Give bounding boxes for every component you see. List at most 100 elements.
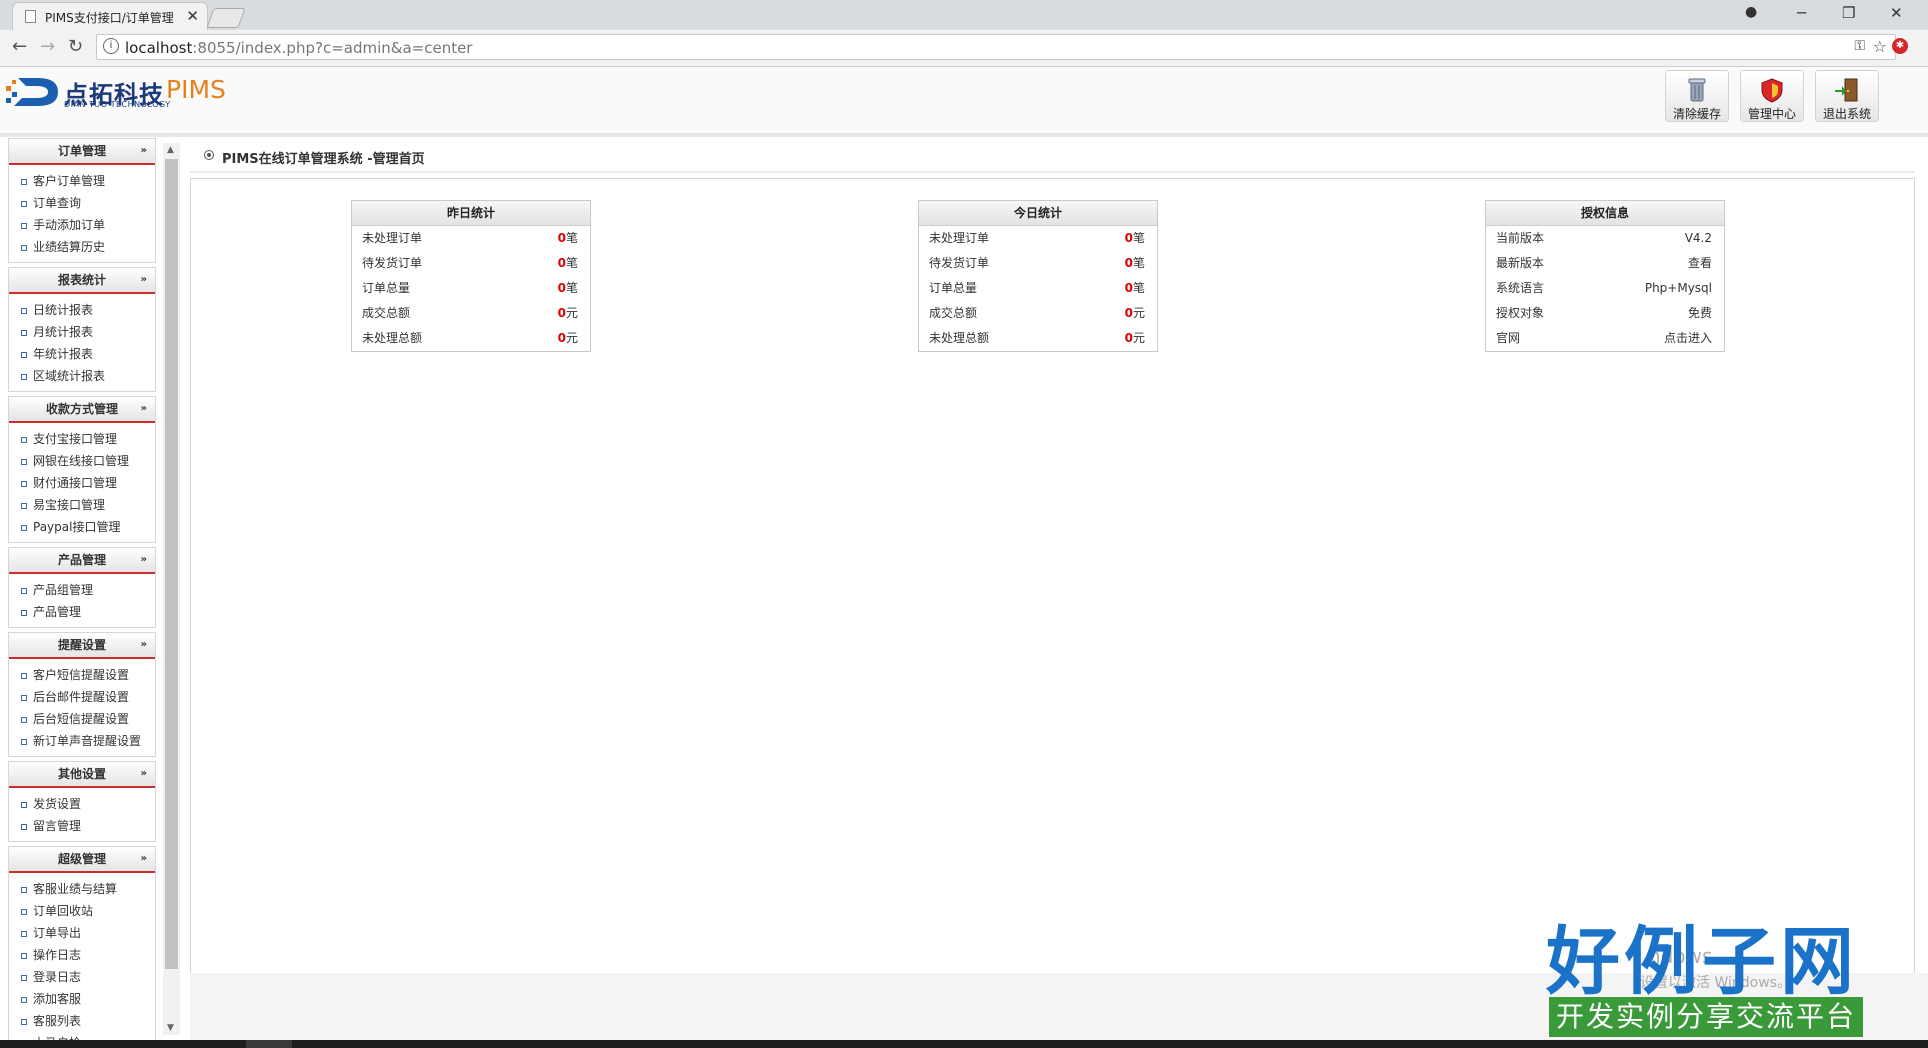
- watermark-brand: 好例子网: [1546, 919, 1858, 1005]
- profile-icon[interactable]: ●: [1745, 4, 1757, 20]
- exit-door-icon: [1835, 78, 1858, 102]
- menu-item[interactable]: 订单回收站: [9, 900, 155, 922]
- stat-value: 0: [557, 306, 566, 320]
- close-window-button[interactable]: ✕: [1890, 4, 1903, 22]
- menu-item[interactable]: 发货设置: [9, 793, 155, 815]
- stat-unit: 笔: [565, 281, 578, 295]
- maximize-button[interactable]: ❐: [1842, 4, 1855, 22]
- stat-value: 0: [557, 281, 566, 295]
- back-button[interactable]: ←: [12, 36, 27, 57]
- menu-item[interactable]: 月统计报表: [9, 321, 155, 343]
- logout-label: 退出系统: [1822, 107, 1871, 121]
- browser-toolbar: ← → ↻ i localhost:8055/index.php?c=admin…: [0, 30, 1928, 67]
- menu-item[interactable]: 产品组管理: [9, 579, 155, 601]
- stat-row: 未处理总额 0元: [919, 326, 1157, 351]
- admin-center-button[interactable]: 管理中心: [1740, 70, 1804, 122]
- sidebar-scrollbar[interactable]: ▲ ▼: [163, 143, 180, 1035]
- reload-button[interactable]: ↻: [68, 36, 83, 57]
- menu-item[interactable]: 支付宝接口管理: [9, 428, 155, 450]
- menu-item[interactable]: 后台短信提醒设置: [9, 708, 155, 730]
- collapse-icon[interactable]: »: [141, 762, 147, 786]
- stat-unit: 笔: [1132, 281, 1145, 295]
- collapse-icon[interactable]: »: [141, 268, 147, 292]
- menu-item[interactable]: 木马自检: [9, 1032, 155, 1040]
- menu-group-header[interactable]: 订单管理 »: [9, 139, 155, 165]
- scroll-up-icon[interactable]: ▲: [167, 145, 174, 155]
- menu-group-header[interactable]: 其他设置 »: [9, 762, 155, 788]
- menu-item[interactable]: 区域统计报表: [9, 365, 155, 387]
- info-row: 最新版本 查看: [1486, 251, 1724, 276]
- new-tab-button[interactable]: [206, 8, 246, 28]
- menu-item[interactable]: 客服业绩与结算: [9, 878, 155, 900]
- menu-group-title: 提醒设置: [57, 638, 106, 652]
- menu-item[interactable]: 产品管理: [9, 601, 155, 623]
- logout-button[interactable]: 退出系统: [1815, 70, 1879, 122]
- address-bar[interactable]: i localhost:8055/index.php?c=admin&a=cen…: [96, 34, 1896, 60]
- menu-item[interactable]: 客户订单管理: [9, 170, 155, 192]
- menu-item[interactable]: 订单导出: [9, 922, 155, 944]
- minimize-button[interactable]: ─: [1797, 4, 1806, 22]
- collapse-icon[interactable]: »: [141, 847, 147, 871]
- menu-item[interactable]: 业绩结算历史: [9, 236, 155, 258]
- menu-group-header[interactable]: 提醒设置 »: [9, 633, 155, 659]
- menu-group-title: 超级管理: [57, 852, 106, 866]
- menu-item[interactable]: 日统计报表: [9, 299, 155, 321]
- info-label: 系统语言: [1496, 281, 1545, 295]
- menu-item[interactable]: 财付通接口管理: [9, 472, 155, 494]
- menu-item[interactable]: 易宝接口管理: [9, 494, 155, 516]
- menu-item[interactable]: Paypal接口管理: [9, 516, 155, 538]
- menu-group-header[interactable]: 报表统计 »: [9, 268, 155, 294]
- menu-group-title: 收款方式管理: [45, 402, 118, 416]
- logo-icon: [6, 78, 58, 106]
- box-title: 授权信息: [1486, 201, 1724, 226]
- browser-tab[interactable]: PIMS支付接口/订单管理 ✕: [12, 2, 208, 30]
- menu-item[interactable]: 后台邮件提醒设置: [9, 686, 155, 708]
- scrollbar-thumb[interactable]: [165, 159, 178, 969]
- clear-cache-button[interactable]: 清除缓存: [1665, 70, 1729, 122]
- info-icon[interactable]: i: [103, 38, 119, 54]
- tab-title: PIMS支付接口/订单管理: [45, 11, 174, 25]
- shield-icon: [1761, 78, 1783, 103]
- logo-product: PIMS: [166, 75, 226, 104]
- os-taskbar: [0, 1040, 1928, 1048]
- menu-item[interactable]: 留言管理: [9, 815, 155, 837]
- menu-item[interactable]: 网银在线接口管理: [9, 450, 155, 472]
- menu-item[interactable]: 手动添加订单: [9, 214, 155, 236]
- taskbar-item[interactable]: [246, 1040, 292, 1048]
- collapse-icon[interactable]: »: [141, 139, 147, 163]
- url-path: :8055/index.php?c=admin&a=center: [192, 39, 473, 57]
- menu-item[interactable]: 登录日志: [9, 966, 155, 988]
- stat-value: 0: [1124, 256, 1133, 270]
- stat-value: 0: [557, 331, 566, 345]
- menu-group-header[interactable]: 产品管理 »: [9, 548, 155, 574]
- collapse-icon[interactable]: »: [141, 548, 147, 572]
- menu-group-header[interactable]: 收款方式管理 »: [9, 397, 155, 423]
- breadcrumb: PIMS在线订单管理系统 -管理首页: [190, 141, 1915, 173]
- scroll-down-icon[interactable]: ▼: [167, 1023, 174, 1033]
- menu-item[interactable]: 操作日志: [9, 944, 155, 966]
- stat-label: 未处理订单: [362, 231, 423, 245]
- bookmark-star-icon[interactable]: ☆: [1873, 37, 1887, 56]
- forward-button[interactable]: →: [40, 36, 55, 57]
- menu-item[interactable]: 客服列表: [9, 1010, 155, 1032]
- collapse-icon[interactable]: »: [141, 633, 147, 657]
- menu-group-reminders: 提醒设置 » 客户短信提醒设置 后台邮件提醒设置 后台短信提醒设置 新订单声音提醒…: [8, 632, 156, 757]
- check-latest-link[interactable]: 查看: [1688, 251, 1712, 276]
- site-header: 点拓科技 PIMS DIAN TUO TECHNOLOGY 清除缓存 管理中心 …: [0, 67, 1928, 137]
- menu-item[interactable]: 添加客服: [9, 988, 155, 1010]
- menu-item[interactable]: 新订单声音提醒设置: [9, 730, 155, 752]
- collapse-icon[interactable]: »: [141, 397, 147, 421]
- menu-item[interactable]: 客户短信提醒设置: [9, 664, 155, 686]
- key-icon[interactable]: ⚿: [1854, 38, 1865, 54]
- menu-item[interactable]: 年统计报表: [9, 343, 155, 365]
- stat-row: 订单总量 0笔: [352, 276, 590, 301]
- menu-group-header[interactable]: 超级管理 »: [9, 847, 155, 873]
- tab-close-icon[interactable]: ✕: [186, 7, 199, 25]
- stat-value: 0: [557, 256, 566, 270]
- info-value: 免费: [1687, 306, 1712, 320]
- official-site-link[interactable]: 点击进入: [1664, 326, 1712, 351]
- admin-center-label: 管理中心: [1747, 107, 1796, 121]
- menu-item[interactable]: 订单查询: [9, 192, 155, 214]
- extension-icon[interactable]: ✱: [1892, 38, 1908, 54]
- stat-value: 0: [1124, 281, 1133, 295]
